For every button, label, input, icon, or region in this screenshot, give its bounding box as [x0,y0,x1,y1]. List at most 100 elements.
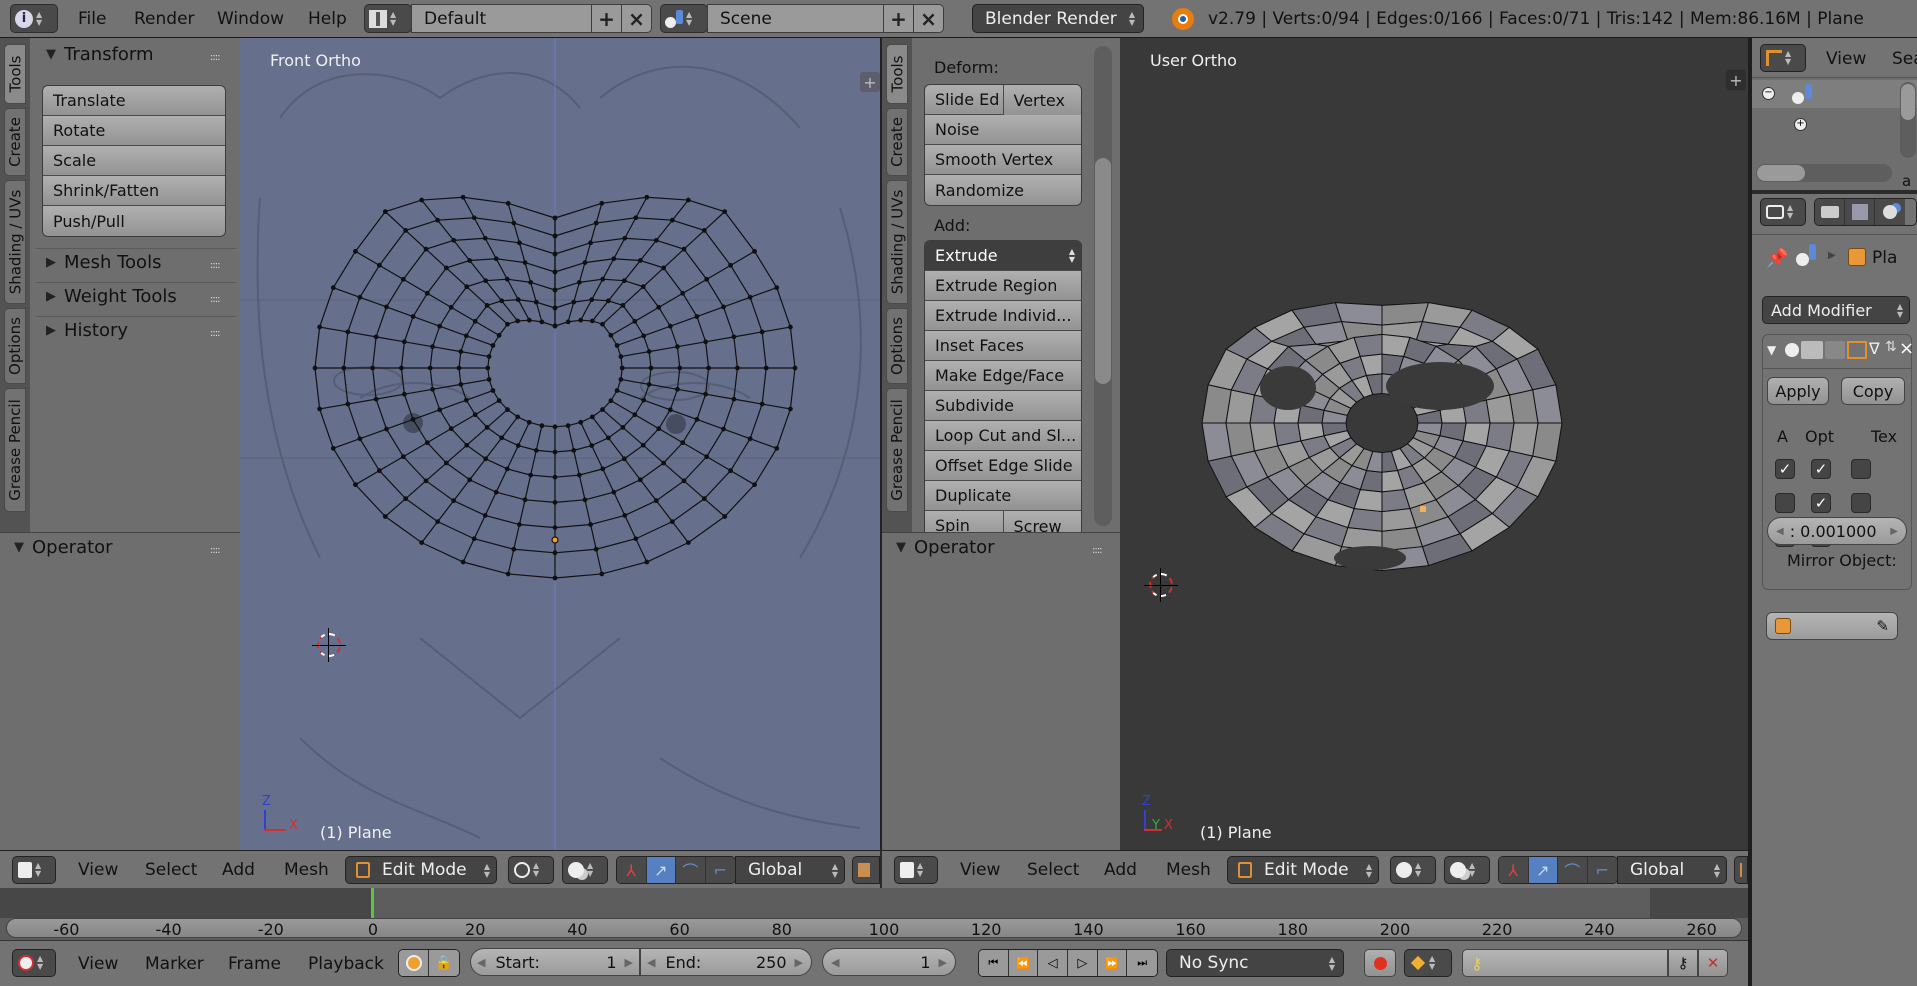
delete-keyframe-button[interactable]: ✕ [1698,949,1728,977]
jump-to-start-button[interactable]: ⏮ [979,950,1009,976]
timeline-scrollbar-ruler[interactable]: -60 -40 -20 0 20 40 60 80 100 120 140 160 180 200 220 2… [6,918,1742,939]
cage-icon[interactable]: ∇ [1869,339,1880,358]
mode-select[interactable]: Edit Mode ▲ ▼ [1227,856,1379,884]
push-pull-button[interactable]: Push/Pull [43,206,225,236]
menu-mesh[interactable]: Mesh [284,860,329,880]
mirror-option-checkbox[interactable] [1851,493,1871,513]
screen-layout-name-field[interactable]: Default [411,4,593,33]
insert-keyframe-button[interactable]: ⚷ [1668,949,1698,977]
collapse-icon[interactable]: − [1762,87,1775,100]
shrink-fatten-button[interactable]: Shrink/Fatten [43,176,225,206]
tab-scene[interactable] [1875,199,1905,225]
3d-cursor-icon[interactable] [1144,568,1178,602]
eyedropper-icon[interactable]: ✎ [1876,617,1889,635]
tab-grease-pencil[interactable]: Grease Pencil [886,388,908,512]
menu-view[interactable]: View [78,954,118,974]
tab-grease-pencil[interactable]: Grease Pencil [4,388,26,512]
viewport-front-ortho[interactable]: Front Ortho + Z X (1) Plane [240,38,880,850]
extrude-region-button[interactable]: Extrude Region [925,271,1081,301]
menu-select[interactable]: Select [145,860,197,880]
scrollbar-track[interactable] [1094,46,1112,526]
jump-to-end-button[interactable]: ⏭ [1127,950,1157,976]
manipulator-toggle-button[interactable]: ⅄ [617,857,647,883]
editor-type-selector[interactable]: ▲ ▼ [1760,44,1806,72]
current-frame-field[interactable]: ◀ 1 ▶ [822,948,956,976]
jump-keyframe-back-button[interactable]: ⏪ [1008,950,1039,976]
scale-button[interactable]: Scale [43,146,225,176]
tab-create[interactable]: Create [886,108,908,176]
keying-mode-select[interactable]: ▲ ▼ [1404,949,1452,977]
rotate-manipulator-button[interactable]: ⌒ [1558,857,1588,883]
menu-window[interactable]: Window [213,5,288,33]
drag-grip-icon[interactable]: :::: [210,294,221,305]
vertical-scrollbar[interactable] [1900,82,1916,158]
expand-properties-button[interactable]: + [1726,70,1746,90]
editor-type-selector[interactable]: ▲ ▼ [12,949,56,977]
tab-render-layers[interactable] [1845,199,1875,225]
menu-view[interactable]: View [78,860,118,880]
pivot-point-select[interactable]: ▲ ▼ [1444,856,1490,884]
pivot-point-select[interactable]: ▲ ▼ [562,856,608,884]
transform-orientation-select[interactable]: Global ▲ ▼ [735,856,845,884]
menu-add[interactable]: Add [1104,860,1137,880]
editor-type-selector[interactable]: ▲ ▼ [894,856,938,884]
menu-help[interactable]: Help [304,5,351,33]
weight-tools-panel-header[interactable]: ▶ Weight Tools [46,286,177,307]
drag-grip-icon[interactable]: :::: [210,328,221,339]
horizontal-scrollbar[interactable] [1756,164,1892,182]
tab-create[interactable]: Create [4,108,26,176]
menu-render[interactable]: Render [130,5,199,33]
keying-set-field[interactable]: ⚷ [1462,949,1668,977]
3d-cursor-icon[interactable] [312,628,346,662]
menu-mesh[interactable]: Mesh [1166,860,1211,880]
transform-orientation-select[interactable]: Global ▲ ▼ [1617,856,1727,884]
tab-shading-uvs[interactable]: Shading / UVs [886,180,908,304]
extrude-select[interactable]: Extrude ▲ ▼ [925,241,1081,271]
offset-edge-slide-button[interactable]: Offset Edge Slide [925,451,1081,481]
mesh-tools-panel-header[interactable]: ▶ Mesh Tools [46,252,161,273]
viewport-shading-select[interactable]: ▲ ▼ [1390,856,1436,884]
drag-grip-icon[interactable]: :::: [210,545,221,556]
noise-button[interactable]: Noise [925,115,1081,145]
expand-icon[interactable]: + [1794,118,1807,131]
translate-manipulator-button[interactable]: ↗ [1528,857,1558,883]
rotate-manipulator-button[interactable]: ⌒ [676,857,706,883]
drag-grip-icon[interactable]: :::: [210,52,221,63]
tab-options[interactable]: Options [4,308,26,384]
drag-grip-icon[interactable]: :::: [1092,545,1103,556]
close-icon[interactable]: × [1899,338,1914,359]
triangle-down-icon[interactable]: ▼ [1767,343,1776,357]
scale-manipulator-button[interactable]: ⌐ [1587,857,1617,883]
viewport-visibility-icon[interactable] [1825,341,1845,359]
jump-keyframe-forward-button[interactable]: ⏩ [1097,950,1128,976]
add-scene-button[interactable]: + [883,4,914,33]
delete-screen-button[interactable]: × [621,4,652,33]
viewport-user-ortho[interactable]: User Ortho + Z Y X (1) Plane [1120,38,1748,850]
expand-properties-button[interactable]: + [860,72,880,92]
history-panel-header[interactable]: ▶ History [46,320,128,341]
scrollbar-thumb[interactable] [1901,84,1915,120]
auto-keying-record-button[interactable] [1364,949,1396,977]
tab-render[interactable] [1815,199,1845,225]
subdivide-button[interactable]: Subdivide [925,391,1081,421]
menu-file[interactable]: File [74,5,110,33]
add-modifier-select[interactable]: Add Modifier ▲ ▼ [1762,296,1910,324]
duplicate-button[interactable]: Duplicate [925,481,1081,511]
tab-tools[interactable]: Tools [886,44,908,104]
menu-view[interactable]: View [960,860,1000,880]
sync-mode-select[interactable]: No Sync ▲ ▼ [1166,949,1344,977]
end-frame-field[interactable]: ◀ End: 250 ▶ [640,948,812,976]
translate-button[interactable]: Translate [43,86,225,116]
add-screen-button[interactable]: + [591,4,622,33]
scrollbar-thumb[interactable] [1095,158,1111,384]
smooth-vertex-button[interactable]: Smooth Vertex [925,145,1081,175]
manipulator-toggle-button[interactable]: ⅄ [1499,857,1529,883]
tab-options[interactable]: Options [886,308,908,384]
mirror-option-checkbox[interactable]: ✓ [1811,459,1831,479]
drag-grip-icon[interactable]: :::: [210,260,221,271]
apply-button[interactable]: Apply [1767,377,1829,405]
mirror-option-checkbox[interactable] [1851,459,1871,479]
spin-button[interactable]: Spin [925,511,1004,532]
start-frame-field[interactable]: ◀ Start: 1 ▶ [470,948,640,976]
menu-playback[interactable]: Playback [308,954,384,974]
